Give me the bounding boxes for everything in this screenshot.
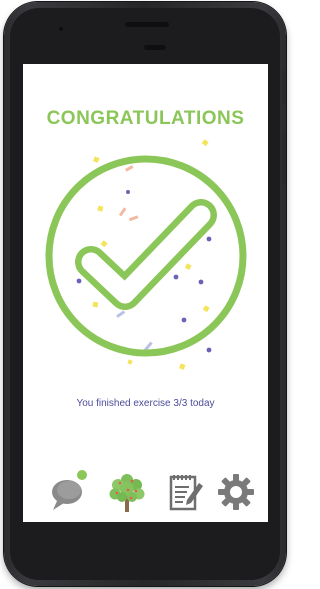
bottom-navigation [23,464,268,522]
exercise-progress-message: You finished exercise 3/3 today [76,398,215,409]
power-button [282,130,286,185]
notification-dot [77,470,87,480]
earpiece-speaker [125,22,169,27]
proximity-sensor [144,45,166,50]
volume-button [282,70,286,104]
front-camera [58,26,64,32]
tree-icon [109,474,145,512]
gear-icon [218,474,254,510]
nav-notes-button[interactable] [163,470,207,514]
checkmark-icon [75,199,217,310]
app-screen: CONGRATULATIONS You finished exercise 3/… [23,64,268,522]
nav-chat-button[interactable] [47,470,91,514]
notepad-pencil-icon [169,475,203,511]
nav-tree-button[interactable] [105,470,149,514]
nav-settings-button[interactable] [214,470,258,514]
bottom-bezel [23,522,268,572]
celebration-graphic [45,139,247,370]
